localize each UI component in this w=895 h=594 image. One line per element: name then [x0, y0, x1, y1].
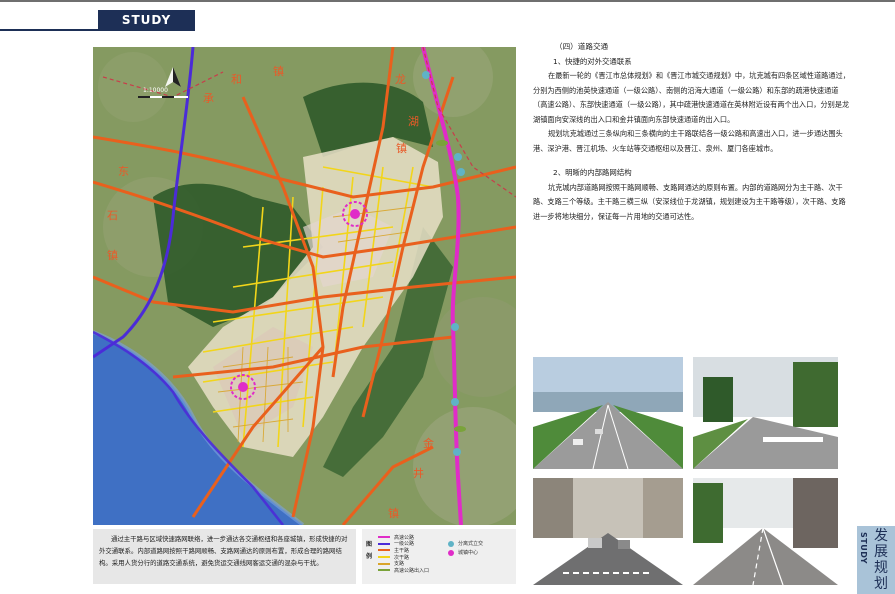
side-label-zh: 发展规划	[874, 528, 888, 592]
tab-rule	[0, 29, 195, 31]
legend-swatch	[378, 569, 390, 572]
legend-items-2: 分离式立交 城镇中心	[448, 539, 483, 557]
label-dong: 东	[118, 165, 129, 178]
map-scale: 1:10000	[143, 87, 168, 94]
legend-swatch	[378, 536, 390, 539]
label-zhen2: 镇	[388, 506, 399, 520]
label-long: 龙	[395, 73, 406, 86]
label-zhen3: 镇	[107, 248, 118, 262]
paragraph-3: 坑克城内部道路网按照干路网顺畅、支路网通达的原则布置。内部的道路网分为主干路、次…	[533, 182, 846, 221]
paragraph-1: 在最新一轮的《晋江市总体规划》和《晋江市城交通规划》中，坑克城有四条区域性道路通…	[533, 71, 850, 124]
legend-key-label: 图例	[366, 541, 373, 560]
label-cheng: 承	[203, 92, 214, 105]
photo-street	[693, 357, 838, 469]
legend-label: 分离式立交	[458, 541, 484, 547]
subheading-1: 1、快捷的对外交通联系	[553, 56, 632, 66]
photo-city-road	[533, 478, 683, 585]
legend-item: 城镇中心	[448, 548, 483, 557]
legend-swatch	[378, 542, 390, 545]
legend-dot	[448, 549, 454, 556]
label-jin: 金	[423, 436, 434, 450]
article: （四）道路交通 1、快捷的对外交通联系 在最新一轮的《晋江市总体规划》和《晋江市…	[533, 40, 851, 224]
label-he: 和	[231, 73, 242, 86]
label-shi: 石	[107, 209, 118, 222]
label-jing: 井	[413, 466, 424, 480]
label-zhen1: 镇	[273, 64, 284, 78]
legend-label: 高速公路出入口	[394, 567, 430, 574]
map-legend: 图例 高速公路 一级公路 主干路 次干路 支路 高速公路出入口 分离式立交城镇中心	[362, 529, 516, 584]
study-tab: STUDY	[98, 10, 195, 30]
section-title: （四）道路交通	[555, 42, 609, 51]
photo-expressway	[533, 357, 683, 469]
legend-dot	[448, 540, 454, 547]
legend-item: 分离式立交	[448, 539, 483, 548]
label-zhen4: 镇	[396, 141, 407, 155]
map-caption: 通过主干路与区域快速路网联络，进一步通达各交通枢纽和各座城镇，形成快捷的对外交通…	[93, 529, 356, 584]
road-network-map: 1:10000 和 镇 承 东 石 龙 湖 金 井 镇 镇 镇	[93, 47, 516, 525]
photo-avenue	[693, 478, 838, 585]
paragraph-2: 规划坑克城通过三条纵向和三条横向的主干路联结各一级公路和高速出入口，进一步通达围…	[533, 129, 843, 153]
top-rule	[0, 0, 895, 2]
label-hu: 湖	[408, 115, 419, 128]
legend-label: 城镇中心	[458, 550, 479, 556]
side-label-en: STUDY	[859, 532, 868, 565]
legend-swatch	[378, 562, 390, 565]
legend-items: 高速公路 一级公路 主干路 次干路 支路 高速公路出入口	[378, 534, 429, 574]
subheading-2: 2、明晰的内部路网结构	[553, 168, 632, 177]
side-section-label: STUDY 发展规划	[857, 526, 895, 594]
caption-text: 通过主干路与区域快速路网联络，进一步通达各交通枢纽和各座城镇，形成快捷的对外交通…	[99, 535, 348, 567]
legend-swatch	[378, 556, 390, 559]
legend-swatch	[378, 549, 390, 552]
legend-item: 高速公路出入口	[378, 567, 429, 574]
